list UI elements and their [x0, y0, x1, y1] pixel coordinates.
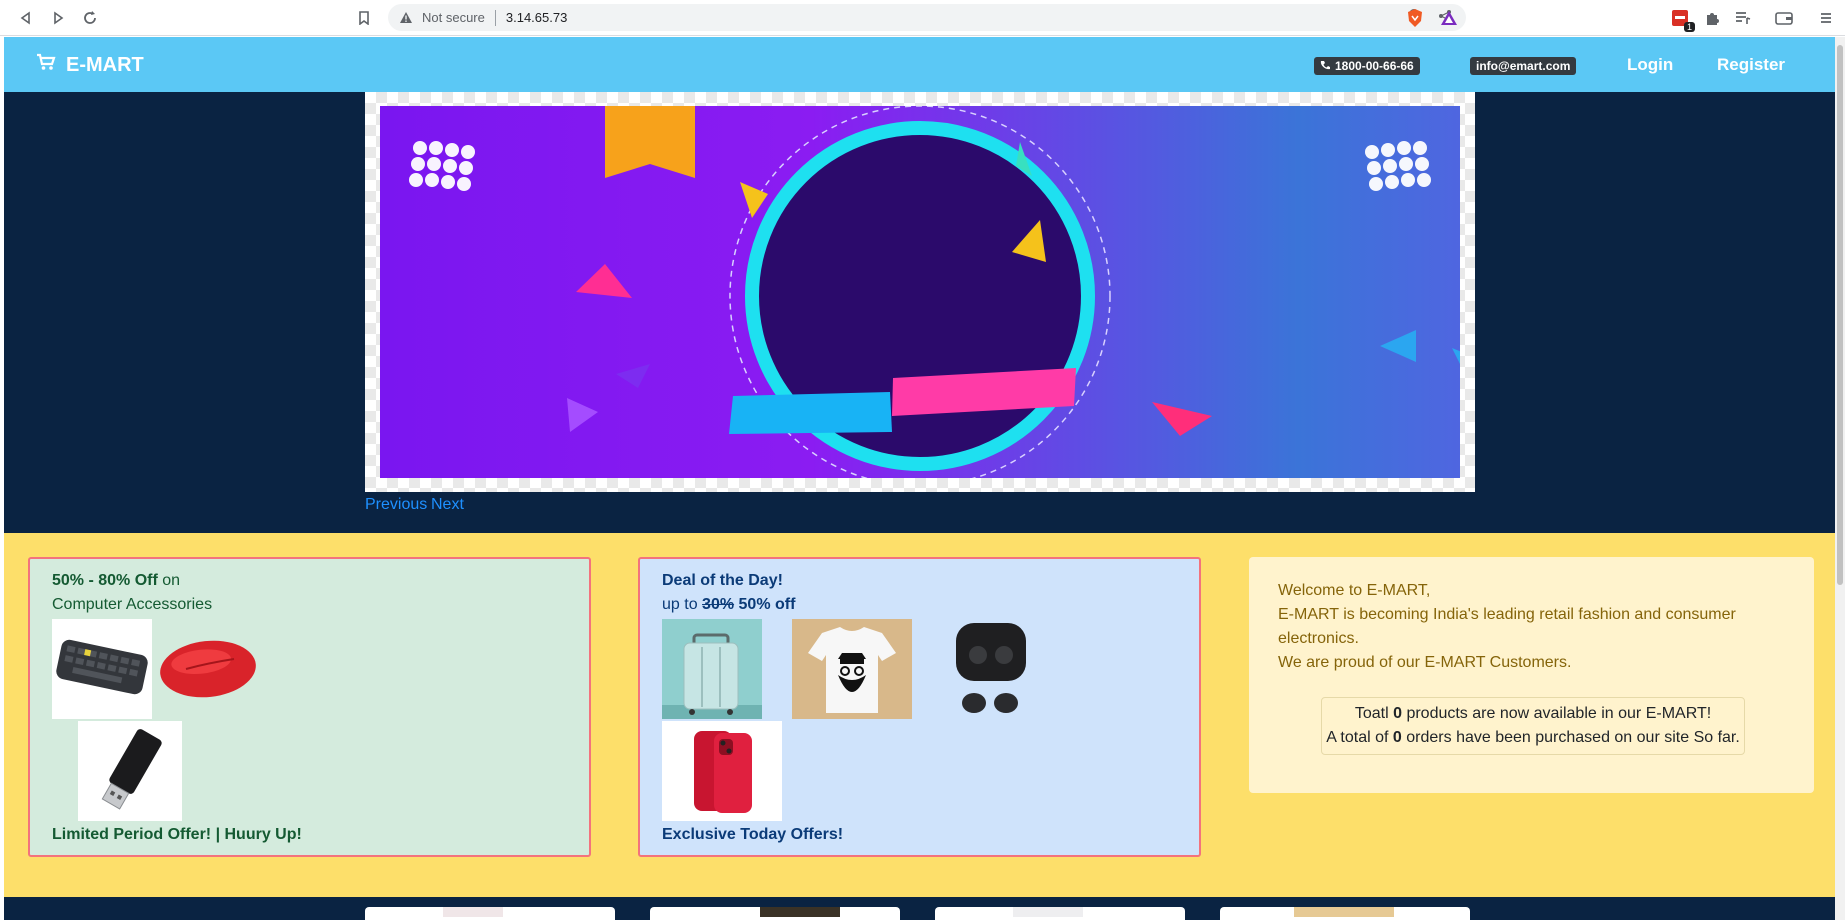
earbuds-image[interactable] — [940, 619, 1040, 719]
bookmark-icon[interactable] — [352, 6, 376, 30]
product-card[interactable] — [650, 907, 900, 920]
products-count: 0 — [1393, 705, 1402, 722]
brave-shield-icon[interactable] — [1404, 7, 1426, 29]
accessories-on: on — [162, 572, 181, 589]
extension-badge: 1 — [1683, 22, 1695, 32]
welcome-card: Welcome to E-MART, E-MART is becoming In… — [1249, 557, 1814, 793]
hero-section: Previous Next — [4, 92, 1835, 533]
email-text: info@emart.com — [1476, 59, 1571, 73]
phone-badge: 1800-00-66-66 — [1314, 57, 1420, 75]
puzzle-icon[interactable] — [1701, 7, 1723, 29]
phone-number: 1800-00-66-66 — [1335, 59, 1414, 73]
deal-new-discount: 50% off — [738, 596, 796, 613]
deal-footer: Exclusive Today Offers! — [662, 826, 844, 843]
accessories-offer-card[interactable]: 50% - 80% Off on Computer Accessories Li… — [28, 557, 591, 857]
address-bar[interactable]: Not secure 3.14.65.73 — [388, 4, 1466, 31]
site-stats-box: Toatl 0 products are now available in ou… — [1321, 697, 1745, 755]
carousel — [365, 92, 1475, 492]
carousel-previous[interactable]: Previous — [365, 496, 427, 514]
page-scrollbar[interactable] — [1835, 37, 1845, 920]
product-card[interactable] — [365, 907, 615, 920]
iphone-image[interactable] — [662, 721, 782, 821]
welcome-line2: E-MART is becoming India's leading retai… — [1278, 606, 1736, 623]
suitcase-image[interactable] — [662, 619, 762, 719]
brave-rewards-icon[interactable] — [1438, 7, 1460, 29]
deal-old-discount: 30% — [702, 596, 735, 613]
wallet-icon[interactable] — [1773, 7, 1795, 29]
site-navbar: E-MART 1800-00-66-66 info@emart.com Logi… — [4, 37, 1835, 92]
products-stat-prefix: Toatl — [1354, 705, 1389, 722]
orders-stat-suffix: orders have been purchased on our site S… — [1406, 729, 1740, 746]
deal-of-day-card[interactable]: Deal of the Day! up to 30% 50% off Exclu… — [638, 557, 1201, 857]
orders-stat-prefix: A total of — [1326, 729, 1389, 746]
warning-icon[interactable] — [398, 10, 414, 26]
brand-link[interactable]: E-MART — [36, 53, 144, 77]
register-link[interactable]: Register — [1717, 55, 1785, 75]
carousel-next[interactable]: Next — [431, 496, 464, 514]
product-card[interactable] — [935, 907, 1185, 920]
back-icon[interactable] — [14, 6, 38, 30]
mouse-image[interactable] — [156, 619, 262, 719]
welcome-line1: Welcome to E-MART, — [1278, 582, 1431, 599]
deal-up-to: up to — [662, 596, 698, 613]
url-text[interactable]: 3.14.65.73 — [506, 10, 567, 25]
accessories-footer: Limited Period Offer! | Huury Up! — [52, 826, 302, 843]
orders-count: 0 — [1392, 729, 1402, 746]
orders-stat: A total of 0 orders have been purchased … — [1322, 726, 1744, 750]
products-stat-suffix: products are now available in our E-MART… — [1406, 705, 1712, 722]
reload-icon[interactable] — [78, 6, 102, 30]
brand-name: E-MART — [66, 53, 144, 76]
playlist-icon[interactable] — [1732, 7, 1754, 29]
menu-icon[interactable] — [1815, 7, 1837, 29]
security-label: Not secure — [422, 10, 485, 25]
forward-icon[interactable] — [46, 6, 70, 30]
accessories-discount: 50% - 80% Off — [52, 572, 158, 589]
email-badge: info@emart.com — [1470, 57, 1577, 75]
phone-icon — [1320, 59, 1330, 73]
login-link[interactable]: Login — [1627, 55, 1673, 75]
extension-icon[interactable]: 1 — [1669, 7, 1695, 32]
scrollbar-thumb[interactable] — [1837, 45, 1843, 585]
welcome-line3: electronics. — [1278, 630, 1359, 647]
accessories-category: Computer Accessories — [52, 596, 213, 613]
url-separator — [494, 9, 496, 26]
carousel-slide-image — [380, 106, 1460, 478]
keyboard-image[interactable] — [52, 619, 152, 719]
cart-icon — [36, 53, 56, 77]
usb-drive-image[interactable] — [78, 721, 182, 821]
deal-title: Deal of the Day! — [662, 572, 783, 589]
welcome-line4: We are proud of our E-MART Customers. — [1278, 654, 1572, 671]
tshirt-image[interactable] — [792, 619, 912, 719]
product-card[interactable] — [1220, 907, 1470, 920]
offers-section: 50% - 80% Off on Computer Accessories Li… — [4, 533, 1835, 897]
browser-toolbar: Not secure 3.14.65.73 1 — [0, 0, 1845, 36]
products-stat: Toatl 0 products are now available in ou… — [1322, 702, 1744, 726]
products-section — [4, 897, 1835, 920]
